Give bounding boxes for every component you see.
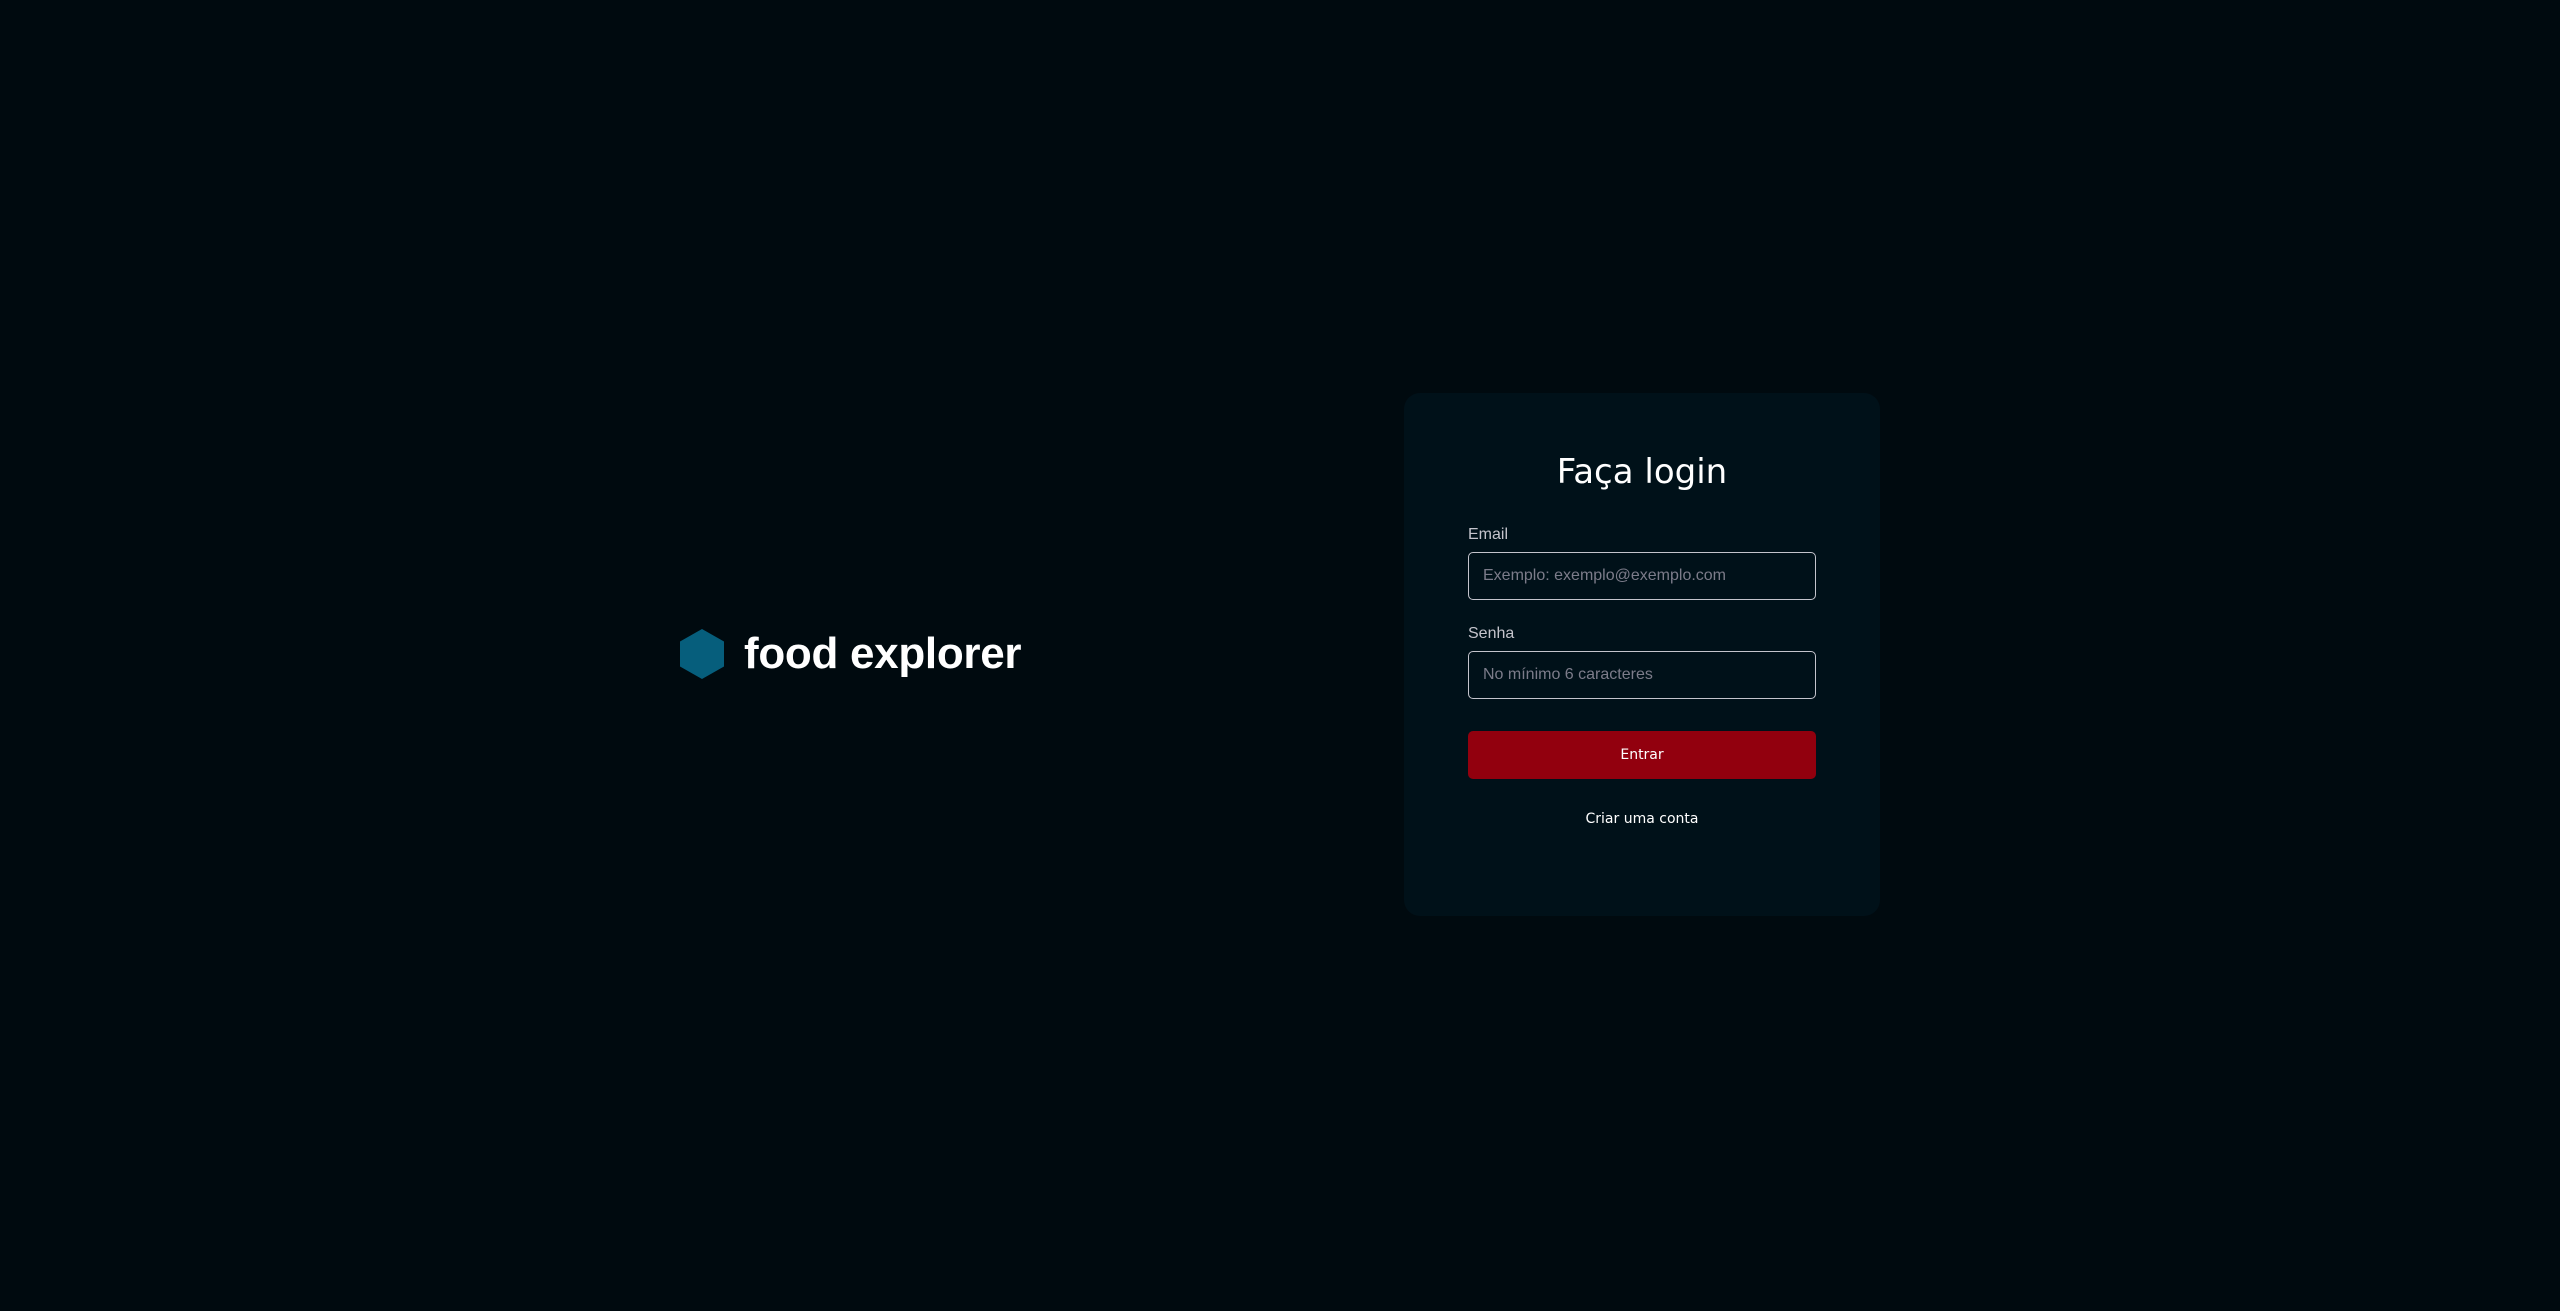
email-field-group: Email: [1468, 527, 1816, 600]
password-label: Senha: [1468, 625, 1515, 642]
login-page: food explorer Faça login Email Senha Ent…: [0, 0, 2560, 1311]
email-label: Email: [1468, 526, 1509, 543]
login-card: Faça login Email Senha Entrar Criar uma …: [1404, 393, 1880, 916]
hexagon-icon: [680, 629, 724, 679]
login-button[interactable]: Entrar: [1468, 731, 1816, 779]
create-account-link[interactable]: Criar uma conta: [1468, 811, 1816, 827]
password-input[interactable]: [1468, 651, 1816, 699]
brand-logo: food explorer: [678, 626, 1022, 682]
brand-name: food explorer: [744, 629, 1022, 678]
login-title: Faça login: [1556, 452, 1728, 492]
email-input[interactable]: [1468, 552, 1816, 600]
password-field-group: Senha: [1468, 626, 1816, 699]
